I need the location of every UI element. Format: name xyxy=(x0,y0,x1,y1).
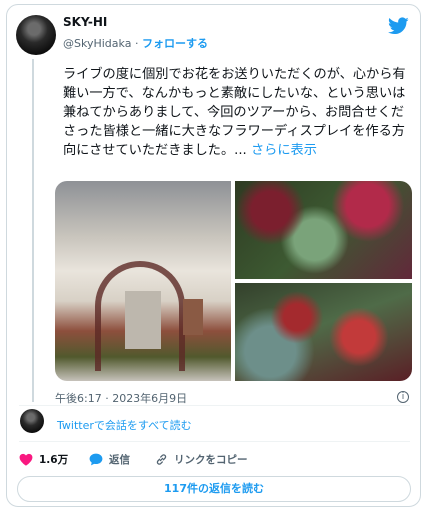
heart-icon xyxy=(19,453,33,466)
like-count: 1.6万 xyxy=(39,454,69,466)
like-button[interactable]: 1.6万 xyxy=(19,452,68,467)
copy-link-button[interactable]: リンクをコピー xyxy=(155,452,248,467)
timestamp[interactable]: 午後6:17 · 2023年6月9日 xyxy=(55,390,187,406)
divider xyxy=(19,405,410,406)
conversation-link[interactable]: Twitterで会話をすべて読む xyxy=(57,417,192,433)
avatar[interactable] xyxy=(16,15,56,55)
show-more-link[interactable]: さらに表示 xyxy=(251,143,317,158)
flowers-closeup-photo-1[interactable] xyxy=(235,181,412,279)
reply-label: 返信 xyxy=(109,454,130,466)
info-icon[interactable]: i xyxy=(397,391,409,403)
door-panel xyxy=(125,291,161,349)
tweet-card: SKY-HI @SkyHidaka · フォローする ライブの度に個別でお花をお… xyxy=(6,4,421,507)
author-handle-row: @SkyHidaka · フォローする xyxy=(63,35,208,51)
sign-board xyxy=(183,299,203,335)
read-replies-button[interactable]: 117件の返信を読む xyxy=(17,476,411,502)
author-name[interactable]: SKY-HI xyxy=(63,15,107,29)
author-handle[interactable]: @SkyHidaka xyxy=(63,37,131,50)
tweet-body: ライブの度に個別でお花をお送りいただくのが、心から有難い一方で、なんかもっと素敵… xyxy=(63,67,406,158)
copy-link-label: リンクをコピー xyxy=(174,454,248,466)
flowers-closeup-photo-2[interactable] xyxy=(235,283,412,381)
action-bar: 1.6万 返信 リンクをコピー xyxy=(19,452,409,468)
thread-line xyxy=(32,59,34,402)
flower-display-photo[interactable] xyxy=(55,181,231,381)
tweet-text: ライブの度に個別でお花をお送りいただくのが、心から有難い一方で、なんかもっと素敵… xyxy=(63,65,413,160)
avatar-small xyxy=(20,409,44,433)
twitter-bird-icon[interactable] xyxy=(388,17,409,35)
link-icon xyxy=(156,454,167,465)
divider xyxy=(19,441,410,442)
separator: · xyxy=(134,37,139,50)
follow-button[interactable]: フォローする xyxy=(142,37,208,50)
reply-button[interactable]: 返信 xyxy=(89,452,130,467)
reply-bubble-icon xyxy=(89,453,103,466)
